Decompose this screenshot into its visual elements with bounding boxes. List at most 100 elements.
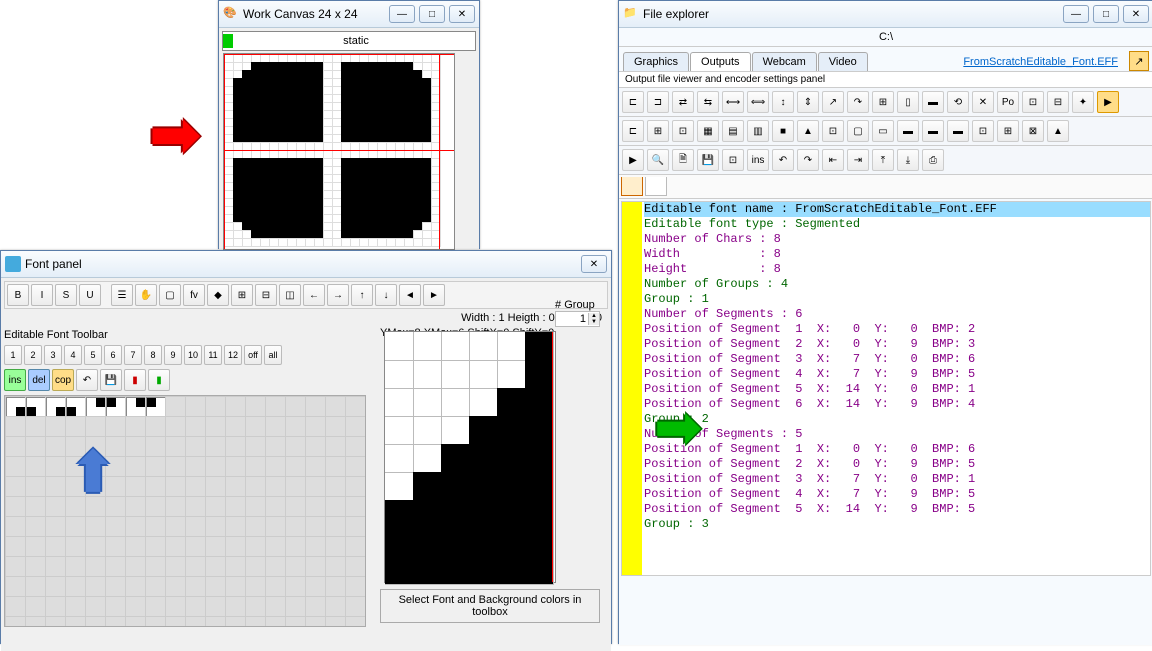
segment-num-9[interactable]: 9 <box>164 345 182 365</box>
group-spinner[interactable]: ▲▼ <box>555 311 600 327</box>
segment-num-10[interactable]: 10 <box>184 345 202 365</box>
tool-icon[interactable]: ▭ <box>872 120 894 142</box>
tool-icon[interactable]: ▥ <box>747 120 769 142</box>
tool-icon[interactable]: ▶ <box>1097 91 1119 113</box>
tab-outputs[interactable]: Outputs <box>690 52 751 71</box>
tool-icon[interactable]: ⇄ <box>672 91 694 113</box>
segment-num-4[interactable]: 4 <box>64 345 82 365</box>
tool-icon[interactable]: ⟷ <box>722 91 744 113</box>
segment-num-3[interactable]: 3 <box>44 345 62 365</box>
format-btn[interactable]: ▢ <box>159 284 181 306</box>
segment-num-8[interactable]: 8 <box>144 345 162 365</box>
format-btn[interactable]: ✋ <box>135 284 157 306</box>
tool-icon[interactable]: ⊞ <box>872 91 894 113</box>
segment-num-11[interactable]: 11 <box>204 345 222 365</box>
output-tab-1[interactable] <box>621 177 643 196</box>
close-button[interactable]: ✕ <box>1123 5 1149 23</box>
output-tab-2[interactable] <box>645 177 667 196</box>
tool-icon[interactable]: ⊞ <box>997 120 1019 142</box>
glyph-preview[interactable] <box>384 331 556 583</box>
format-btn[interactable]: ← <box>303 284 325 306</box>
save-button[interactable]: 💾 <box>100 369 122 391</box>
format-btn[interactable]: → <box>327 284 349 306</box>
format-btn[interactable]: S <box>55 284 77 306</box>
tool-icon[interactable]: ⊐ <box>647 91 669 113</box>
format-btn[interactable]: B <box>7 284 29 306</box>
tool-icon[interactable]: ⇥ <box>847 149 869 171</box>
minimize-button[interactable]: — <box>1063 5 1089 23</box>
format-btn[interactable]: ⊟ <box>255 284 277 306</box>
tool-icon[interactable]: ▢ <box>847 120 869 142</box>
format-btn[interactable]: I <box>31 284 53 306</box>
tool-icon[interactable]: ⊟ <box>1047 91 1069 113</box>
maximize-button[interactable]: □ <box>1093 5 1119 23</box>
thumb-4[interactable] <box>86 397 106 417</box>
format-btn[interactable]: ↑ <box>351 284 373 306</box>
tool-icon[interactable]: ⇆ <box>697 91 719 113</box>
tool-icon[interactable]: ⊏ <box>622 91 644 113</box>
thumb-0[interactable] <box>6 397 26 417</box>
tool-icon[interactable]: ▬ <box>947 120 969 142</box>
format-btn[interactable]: ☰ <box>111 284 133 306</box>
tool-icon[interactable]: ■ <box>772 120 794 142</box>
tool-icon[interactable]: ⇤ <box>822 149 844 171</box>
font-panel-titlebar[interactable]: Font panel ✕ <box>1 251 611 278</box>
tool-icon[interactable]: ↗ <box>822 91 844 113</box>
tab-video[interactable]: Video <box>818 52 868 71</box>
tool-icon[interactable]: ⤓ <box>897 149 919 171</box>
tool-icon[interactable]: Po <box>997 91 1019 113</box>
format-btn[interactable]: ◆ <box>207 284 229 306</box>
tool-icon[interactable]: ⎙ <box>922 149 944 171</box>
close-button[interactable]: ✕ <box>581 255 607 273</box>
insert-button[interactable]: ins <box>4 369 26 391</box>
tool-icon[interactable]: ▲ <box>1047 120 1069 142</box>
tool-icon[interactable]: ▬ <box>897 120 919 142</box>
maximize-button[interactable]: □ <box>419 5 445 23</box>
thumb-1[interactable] <box>26 397 46 417</box>
tool-icon[interactable]: ▲ <box>797 120 819 142</box>
tool-icon[interactable]: ⊡ <box>722 149 744 171</box>
format-btn[interactable]: fv <box>183 284 205 306</box>
marker-2-button[interactable]: ▮ <box>148 369 170 391</box>
tool-icon[interactable]: ⊞ <box>647 120 669 142</box>
work-canvas-titlebar[interactable]: 🎨 Work Canvas 24 x 24 — □ ✕ <box>219 1 479 28</box>
spin-down[interactable]: ▼ <box>588 319 599 325</box>
tool-icon[interactable]: ▯ <box>897 91 919 113</box>
segment-num-12[interactable]: 12 <box>224 345 242 365</box>
tool-icon[interactable]: ⊡ <box>672 120 694 142</box>
copy-button[interactable]: cop <box>52 369 74 391</box>
segment-num-7[interactable]: 7 <box>124 345 142 365</box>
thumb-7[interactable] <box>146 397 166 417</box>
tab-webcam[interactable]: Webcam <box>752 52 817 71</box>
off-button[interactable]: off <box>244 345 262 365</box>
tool-icon[interactable]: ▬ <box>922 91 944 113</box>
thumb-2[interactable] <box>46 397 66 417</box>
format-btn[interactable]: U <box>79 284 101 306</box>
thumb-3[interactable] <box>66 397 86 417</box>
thumbnail-grid[interactable] <box>4 395 366 627</box>
segment-num-1[interactable]: 1 <box>4 345 22 365</box>
tool-icon[interactable]: ⟲ <box>947 91 969 113</box>
file-explorer-titlebar[interactable]: 📁 File explorer — □ ✕ <box>619 1 1152 28</box>
undo-button[interactable]: ↶ <box>76 369 98 391</box>
segment-num-6[interactable]: 6 <box>104 345 122 365</box>
tool-icon[interactable]: ✦ <box>1072 91 1094 113</box>
minimize-button[interactable]: — <box>389 5 415 23</box>
tool-icon[interactable]: ▦ <box>697 120 719 142</box>
tool-icon[interactable]: ▬ <box>922 120 944 142</box>
tool-icon[interactable]: ins <box>747 149 769 171</box>
thumb-6[interactable] <box>126 397 146 417</box>
tool-icon[interactable]: ⊏ <box>622 120 644 142</box>
tool-icon[interactable]: 💾 <box>697 149 719 171</box>
tool-icon[interactable]: ↶ <box>772 149 794 171</box>
thumb-5[interactable] <box>106 397 126 417</box>
tool-icon[interactable]: ⇕ <box>797 91 819 113</box>
tool-icon[interactable]: ⊠ <box>1022 120 1044 142</box>
delete-button[interactable]: del <box>28 369 50 391</box>
output-panel[interactable]: Editable font name : FromScratchEditable… <box>621 201 1151 576</box>
tool-icon[interactable]: ✕ <box>972 91 994 113</box>
tool-icon[interactable]: ↷ <box>847 91 869 113</box>
close-button[interactable]: ✕ <box>449 5 475 23</box>
file-link[interactable]: FromScratchEditable_Font.EFF <box>957 53 1124 71</box>
tool-icon[interactable]: ⊡ <box>1022 91 1044 113</box>
